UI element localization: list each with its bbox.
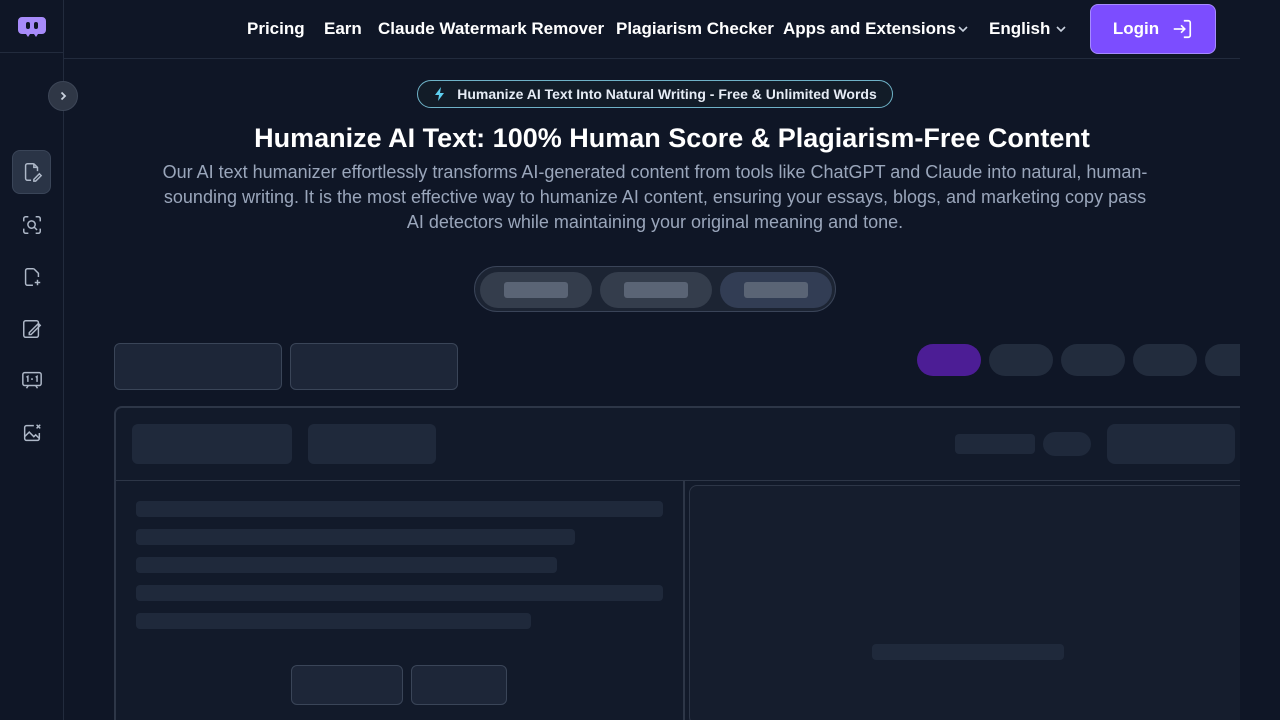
text-line-skeleton: [136, 501, 663, 517]
app-root: Pricing Earn Claude Watermark Remover Pl…: [0, 0, 1280, 720]
image-remove-icon: [23, 424, 41, 442]
add-document-icon: [24, 268, 40, 286]
page-title: Humanize AI Text: 100% Human Score & Pla…: [254, 123, 1090, 153]
top-nav: Pricing Earn Claude Watermark Remover Pl…: [64, 0, 1280, 59]
hero-badge-text: Humanize AI Text Into Natural Writing - …: [457, 86, 877, 102]
hero-badge: Humanize AI Text Into Natural Writing - …: [417, 80, 893, 108]
chevron-down-icon: [958, 26, 968, 33]
writer-icon: [22, 320, 41, 338]
nav-watermark-remover[interactable]: Claude Watermark Remover: [378, 19, 604, 39]
nav-apps-extensions[interactable]: Apps and Extensions: [783, 19, 956, 39]
login-icon: [1173, 19, 1192, 39]
lightning-icon: [435, 87, 445, 101]
sidebar-item-add-document[interactable]: [12, 255, 51, 299]
divider: [116, 480, 1240, 481]
toggle-skeleton[interactable]: [1043, 432, 1091, 456]
logo-icon[interactable]: [18, 14, 46, 38]
level-chip[interactable]: [1061, 344, 1125, 376]
input-button-skeleton[interactable]: [291, 665, 403, 705]
text-line-skeleton: [136, 529, 575, 545]
sidebar-item-writer[interactable]: [12, 307, 51, 351]
level-chip-active[interactable]: [917, 344, 981, 376]
nav-pricing[interactable]: Pricing: [247, 19, 305, 39]
level-chip[interactable]: [1133, 344, 1197, 376]
sidebar-divider: [0, 52, 63, 53]
toolbar-button-skeleton[interactable]: [114, 343, 282, 390]
mode-tab-1[interactable]: [480, 272, 592, 308]
login-button[interactable]: Login: [1090, 4, 1216, 54]
divider: [683, 481, 685, 720]
page-edge: [1240, 0, 1280, 720]
login-label: Login: [1112, 19, 1160, 38]
sidebar-item-detector[interactable]: [12, 203, 51, 247]
nav-plagiarism-checker[interactable]: Plagiarism Checker: [616, 19, 774, 39]
text-line-skeleton: [136, 585, 663, 601]
chevron-right-icon: [60, 91, 67, 101]
input-button-skeleton[interactable]: [411, 665, 507, 705]
ai-detector-icon: [22, 216, 41, 234]
chevron-down-icon: [1056, 26, 1066, 33]
action-button-skeleton[interactable]: [1107, 424, 1235, 464]
compare-icon: [21, 371, 42, 389]
hero-description: Our AI text humanizer effortlessly trans…: [162, 162, 1148, 232]
mode-switcher: [474, 266, 836, 312]
text-line-skeleton: [136, 557, 557, 573]
word-count-skeleton: [955, 434, 1035, 454]
editor-tab-skeleton[interactable]: [132, 424, 292, 464]
sidebar-item-image-remove[interactable]: [12, 411, 51, 455]
nav-earn[interactable]: Earn: [324, 19, 362, 39]
sidebar-expand-button[interactable]: [48, 81, 78, 111]
mode-tab-3[interactable]: [720, 272, 832, 308]
output-placeholder-skeleton: [872, 644, 1064, 660]
output-pane: [689, 485, 1249, 720]
level-chip[interactable]: [989, 344, 1053, 376]
nav-language[interactable]: English: [989, 19, 1050, 39]
humanizer-icon: [24, 163, 42, 182]
sidebar-item-compare[interactable]: [12, 358, 51, 402]
toolbar-button-skeleton[interactable]: [290, 343, 458, 390]
mode-tab-2[interactable]: [600, 272, 712, 308]
editor-tab-skeleton[interactable]: [308, 424, 436, 464]
text-line-skeleton: [136, 613, 531, 629]
sidebar-item-humanizer[interactable]: [12, 150, 51, 194]
